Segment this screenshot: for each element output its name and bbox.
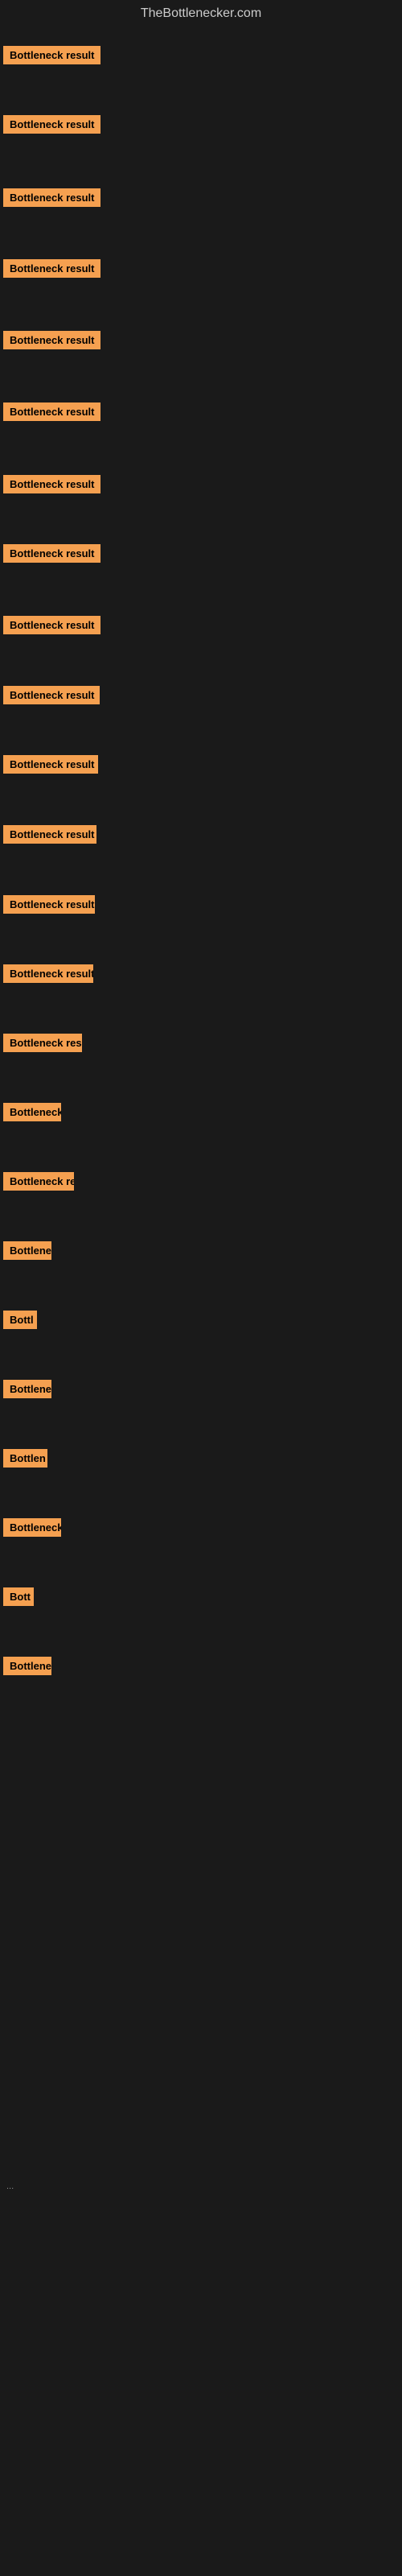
bottleneck-item-row-15: Bottleneck res bbox=[0, 1034, 402, 1056]
bottleneck-item-row-20: Bottlene bbox=[0, 1380, 402, 1402]
bottleneck-result-badge[interactable]: Bottleneck result bbox=[3, 964, 93, 983]
bottleneck-result-badge[interactable]: Bottlene bbox=[3, 1657, 51, 1675]
bottleneck-item-row-24: Bottlene bbox=[0, 1657, 402, 1679]
bottleneck-item-row-6: Bottleneck result bbox=[0, 402, 402, 425]
bottleneck-result-badge[interactable]: Bottleneck result bbox=[3, 331, 100, 349]
bottleneck-item-row-1: Bottleneck result bbox=[0, 46, 402, 68]
bottleneck-result-badge[interactable]: Bottleneck bbox=[3, 1103, 61, 1121]
bottleneck-item-row-8: Bottleneck result bbox=[0, 544, 402, 567]
bottleneck-item-row-16: Bottleneck bbox=[0, 1103, 402, 1125]
bottleneck-result-badge[interactable]: Bottleneck result bbox=[3, 188, 100, 207]
bottleneck-item-row-17: Bottleneck re bbox=[0, 1172, 402, 1195]
bottleneck-item-row-10: Bottleneck result bbox=[0, 686, 402, 708]
bottleneck-item-row-5: Bottleneck result bbox=[0, 331, 402, 353]
bottleneck-result-badge[interactable]: Bottleneck res bbox=[3, 1034, 82, 1052]
bottleneck-result-badge[interactable]: Bottleneck re bbox=[3, 1172, 74, 1191]
bottleneck-item-row-3: Bottleneck result bbox=[0, 188, 402, 211]
bottleneck-result-badge[interactable]: Bottl bbox=[3, 1311, 37, 1329]
bottleneck-result-badge[interactable]: Bottleneck result bbox=[3, 616, 100, 634]
bottleneck-result-badge[interactable]: Bottleneck result bbox=[3, 895, 95, 914]
bottleneck-item-row-2: Bottleneck result bbox=[0, 115, 402, 138]
bottleneck-item-row-18: Bottlene bbox=[0, 1241, 402, 1264]
bottleneck-result-badge[interactable]: Bottleneck result bbox=[3, 115, 100, 134]
bottleneck-item-row-9: Bottleneck result bbox=[0, 616, 402, 638]
bottleneck-result-badge[interactable]: Bott bbox=[3, 1587, 34, 1606]
bottleneck-result-badge[interactable]: Bottleneck result bbox=[3, 686, 100, 704]
bottleneck-result-badge[interactable]: Bottlen bbox=[3, 1449, 47, 1468]
bottleneck-result-badge[interactable]: Bottlene bbox=[3, 1241, 51, 1260]
bottleneck-item-row-13: Bottleneck result bbox=[0, 895, 402, 918]
bottleneck-result-badge[interactable]: Bottleneck result bbox=[3, 475, 100, 493]
bottleneck-result-badge[interactable]: Bottlene bbox=[3, 1380, 51, 1398]
bottleneck-item-row-7: Bottleneck result bbox=[0, 475, 402, 497]
ellipsis-indicator: ... bbox=[6, 2182, 14, 2191]
bottleneck-item-row-22: Bottleneck bbox=[0, 1518, 402, 1541]
bottleneck-result-badge[interactable]: Bottleneck bbox=[3, 1518, 61, 1537]
bottleneck-result-badge[interactable]: Bottleneck result bbox=[3, 755, 98, 774]
bottleneck-item-row-4: Bottleneck result bbox=[0, 259, 402, 282]
bottleneck-result-badge[interactable]: Bottleneck result bbox=[3, 825, 96, 844]
bottleneck-result-badge[interactable]: Bottleneck result bbox=[3, 544, 100, 563]
bottleneck-item-row-19: Bottl bbox=[0, 1311, 402, 1333]
bottleneck-item-row-14: Bottleneck result bbox=[0, 964, 402, 987]
site-title: TheBottlenecker.com bbox=[0, 0, 402, 24]
bottleneck-result-badge[interactable]: Bottleneck result bbox=[3, 46, 100, 64]
bottleneck-item-row-23: Bott bbox=[0, 1587, 402, 1610]
bottleneck-result-badge[interactable]: Bottleneck result bbox=[3, 402, 100, 421]
bottleneck-item-row-21: Bottlen bbox=[0, 1449, 402, 1472]
bottleneck-item-row-11: Bottleneck result bbox=[0, 755, 402, 778]
bottleneck-result-badge[interactable]: Bottleneck result bbox=[3, 259, 100, 278]
bottleneck-item-row-12: Bottleneck result bbox=[0, 825, 402, 848]
